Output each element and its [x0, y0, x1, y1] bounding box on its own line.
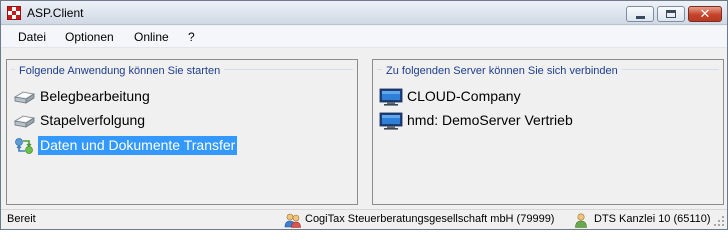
minimize-icon: [635, 16, 645, 19]
menu-datei[interactable]: Datei: [18, 30, 46, 44]
app-item-label: Stapelverfolgung: [40, 112, 146, 128]
close-button[interactable]: ✕: [688, 6, 722, 22]
server-item-cloud-company[interactable]: CLOUD-Company: [379, 87, 709, 106]
title-bar[interactable]: ASP.Client ✕: [1, 1, 727, 25]
app-window: ASP.Client ✕ Datei Optionen Online ? Fol…: [0, 0, 728, 230]
monitor-icon: [379, 112, 403, 130]
maximize-icon: [666, 10, 676, 18]
menu-optionen[interactable]: Optionen: [65, 30, 114, 44]
monitor-icon: [379, 88, 403, 106]
users-icon: [284, 213, 301, 228]
app-item-belegbearbeitung[interactable]: Belegbearbeitung: [12, 87, 342, 106]
status-user: DTS Kanzlei 10 (65110): [573, 212, 713, 228]
resize-grip-icon[interactable]: [713, 215, 725, 227]
applications-legend: Folgende Anwendung können Sie starten: [15, 65, 225, 77]
minimize-button[interactable]: [626, 6, 654, 22]
scanner-icon: [13, 115, 36, 128]
user-icon: [575, 213, 587, 228]
transfer-icon: [15, 138, 33, 154]
app-item-stapelverfolgung[interactable]: Stapelverfolgung: [12, 111, 342, 130]
app-item-label: Daten und Dokumente Transfer: [38, 136, 238, 155]
status-text: Bereit: [7, 213, 36, 225]
status-company: CogiTax Steuerberatungsgesellschaft mbH …: [284, 212, 574, 228]
servers-panel: Zu folgenden Server können Sie sich verb…: [372, 59, 724, 205]
servers-legend: Zu folgenden Server können Sie sich verb…: [382, 65, 622, 77]
menu-online[interactable]: Online: [134, 30, 169, 44]
app-item-daten-transfer[interactable]: Daten und Dokumente Transfer: [12, 136, 342, 155]
close-icon: ✕: [699, 6, 711, 22]
window-title: ASP.Client: [27, 6, 84, 20]
status-company-text: CogiTax Steuerberatungsgesellschaft mbH …: [305, 213, 555, 225]
applications-panel: Folgende Anwendung können Sie starten Be…: [6, 59, 358, 205]
menu-help[interactable]: ?: [188, 30, 195, 44]
scanner-icon: [13, 91, 36, 104]
maximize-button[interactable]: [657, 6, 685, 22]
app-item-label: Belegbearbeitung: [40, 88, 150, 104]
menu-bar: Datei Optionen Online ?: [1, 26, 727, 48]
app-logo-icon[interactable]: [7, 6, 21, 20]
status-user-text: DTS Kanzlei 10 (65110): [594, 213, 711, 225]
server-item-demoserver[interactable]: hmd: DemoServer Vertrieb: [379, 111, 709, 130]
server-item-label: hmd: DemoServer Vertrieb: [407, 112, 573, 128]
server-item-label: CLOUD-Company: [407, 88, 521, 104]
status-bar: Bereit CogiTax Steuerberatungsgesellscha…: [1, 209, 727, 229]
